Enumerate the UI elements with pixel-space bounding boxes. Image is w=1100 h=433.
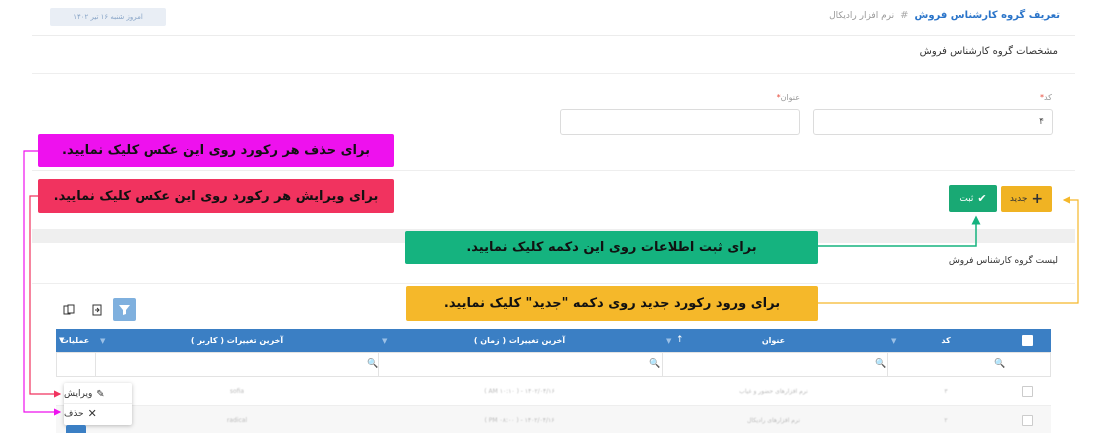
edit-connector <box>29 195 62 398</box>
save-callout: برای ثبت اطلاعات روی این دکمه کلیک نمایی… <box>405 231 818 264</box>
annotation-connectors <box>23 150 1079 416</box>
new-connector <box>818 196 1079 304</box>
save-connector <box>818 215 981 247</box>
new-callout: برای ورود رکورد جدید روی دکمه "جدید" کلی… <box>406 286 818 321</box>
delete-callout: برای حذف هر رکورد روی این عکس کلیک نمایی… <box>38 134 394 167</box>
edit-callout: برای ویرایش هر رکورد روی این عکس کلیک نم… <box>38 179 394 213</box>
